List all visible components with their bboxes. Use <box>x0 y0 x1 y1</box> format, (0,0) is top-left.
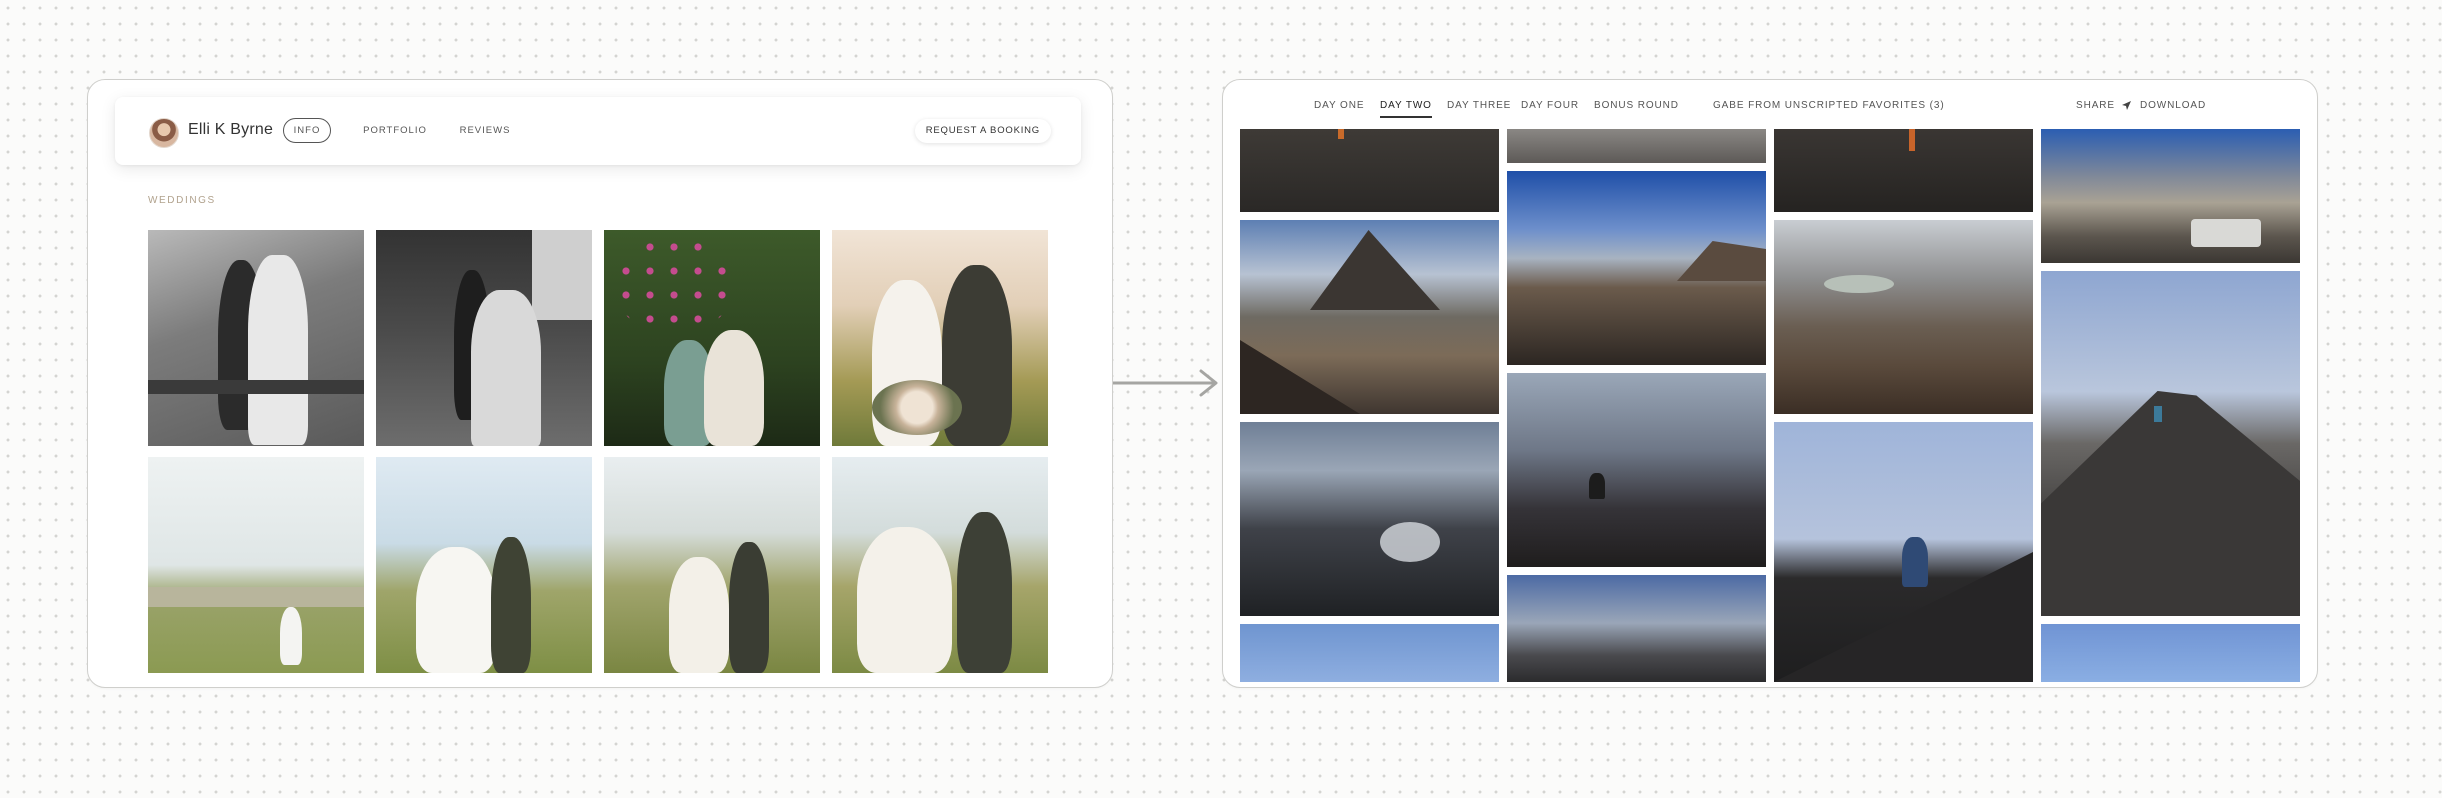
wedding-photo[interactable] <box>604 457 820 673</box>
wedding-photo[interactable] <box>604 230 820 446</box>
gallery-photo[interactable] <box>1240 422 1499 616</box>
wedding-photo[interactable] <box>148 457 364 673</box>
gallery-photo[interactable] <box>1507 373 1766 567</box>
gallery-photo[interactable] <box>1240 624 1499 682</box>
gallery-photo[interactable] <box>1240 220 1499 414</box>
tab-day-three[interactable]: DAY THREE <box>1447 100 1511 116</box>
gallery-photo[interactable] <box>1774 129 2033 212</box>
gallery-photo[interactable] <box>2041 271 2300 616</box>
profile-name[interactable]: Elli K Byrne <box>188 121 273 139</box>
wedding-photo[interactable] <box>832 230 1048 446</box>
download-button[interactable]: DOWNLOAD <box>2140 100 2206 116</box>
gallery-photo[interactable] <box>1774 422 2033 682</box>
request-booking-button[interactable]: REQUEST A BOOKING <box>914 119 1051 143</box>
wedding-photo[interactable] <box>376 230 592 446</box>
nav-reviews-tab[interactable]: REVIEWS <box>455 118 515 144</box>
wedding-photo[interactable] <box>148 230 364 446</box>
nav-portfolio-tab[interactable]: PORTFOLIO <box>360 118 430 144</box>
share-button[interactable]: SHARE <box>2076 100 2132 116</box>
arrow-right-icon <box>1113 368 1221 403</box>
tab-bonus-round[interactable]: BONUS ROUND <box>1594 100 1679 116</box>
portfolio-window: Elli K Byrne INFO PORTFOLIO REVIEWS REQU… <box>87 79 1113 688</box>
tab-day-two[interactable]: DAY TWO <box>1380 100 1432 118</box>
avatar[interactable] <box>149 118 179 148</box>
portfolio-header: Elli K Byrne INFO PORTFOLIO REVIEWS REQU… <box>115 97 1081 165</box>
share-label: SHARE <box>2076 100 2115 111</box>
wedding-photo[interactable] <box>832 457 1048 673</box>
section-label: WEDDINGS <box>148 195 216 206</box>
gallery-photo[interactable] <box>1507 575 1766 682</box>
gallery-window: DAY ONE DAY TWO DAY THREE DAY FOUR BONUS… <box>1222 79 2318 688</box>
gallery-photo[interactable] <box>2041 129 2300 263</box>
gallery-photo[interactable] <box>1240 129 1499 212</box>
favorites-link[interactable]: GABE FROM UNSCRIPTED FAVORITES (3) <box>1713 100 1945 116</box>
send-icon <box>2121 101 2131 110</box>
nav-info-tab[interactable]: INFO <box>283 118 331 143</box>
wedding-photo[interactable] <box>376 457 592 673</box>
gallery-photo[interactable] <box>1507 129 1766 163</box>
gallery-photo[interactable] <box>2041 624 2300 682</box>
tab-day-one[interactable]: DAY ONE <box>1314 100 1364 116</box>
gallery-photo[interactable] <box>1774 220 2033 414</box>
tab-day-four[interactable]: DAY FOUR <box>1521 100 1579 116</box>
gallery-photo[interactable] <box>1507 171 1766 365</box>
